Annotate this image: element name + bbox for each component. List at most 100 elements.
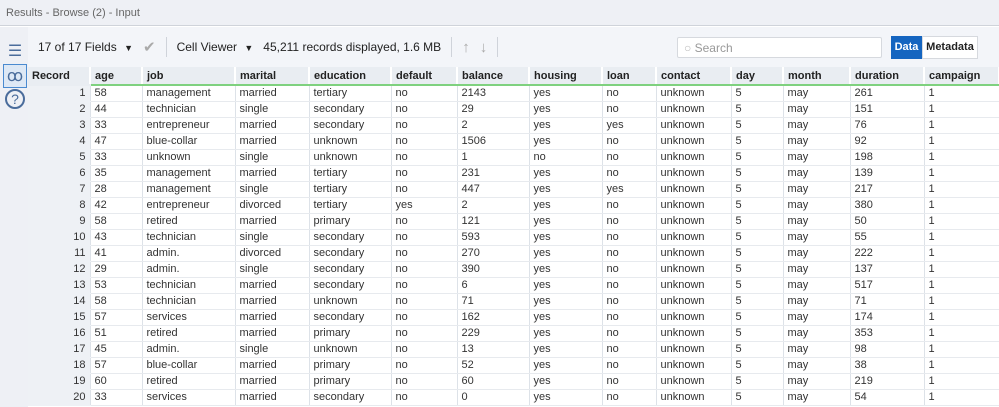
cell-housing[interactable]: yes (529, 133, 603, 150)
cell-loan[interactable]: no (602, 261, 657, 278)
cell-age[interactable]: 58 (90, 213, 143, 230)
cell-campaign[interactable]: 1 (924, 149, 999, 166)
cell-month[interactable]: may (783, 213, 851, 230)
table-row[interactable]: 18 57 blue-collar married primary no 52 yes no un… (28, 357, 999, 374)
cell-duration[interactable]: 353 (850, 325, 925, 342)
cell-loan[interactable]: no (602, 389, 657, 406)
cell-duration[interactable]: 261 (850, 85, 925, 102)
record-number[interactable]: 18 (28, 357, 91, 374)
cell-default[interactable]: no (391, 213, 458, 230)
cell-duration[interactable]: 174 (850, 309, 925, 326)
cell-contact[interactable]: unknown (656, 101, 732, 118)
cell-balance[interactable]: 52 (457, 357, 530, 374)
cell-balance[interactable]: 6 (457, 277, 530, 294)
cell-default[interactable]: yes (391, 197, 458, 214)
table-row[interactable]: 17 45 admin. single unknown no 13 yes no unknown 5… (28, 341, 999, 358)
record-number[interactable]: 2 (28, 101, 91, 118)
cell-age[interactable]: 41 (90, 245, 143, 262)
cell-duration[interactable]: 71 (850, 293, 925, 310)
table-row[interactable]: 16 51 retired married primary no 229 yes no unkno… (28, 325, 999, 342)
cell-day[interactable]: 5 (731, 149, 784, 166)
record-number[interactable]: 13 (28, 277, 91, 294)
cell-day[interactable]: 5 (731, 165, 784, 182)
cell-loan[interactable]: yes (602, 181, 657, 198)
cell-campaign[interactable]: 1 (924, 229, 999, 246)
cell-default[interactable]: no (391, 261, 458, 278)
cell-duration[interactable]: 54 (850, 389, 925, 406)
cell-day[interactable]: 5 (731, 277, 784, 294)
cell-housing[interactable]: yes (529, 165, 603, 182)
cell-month[interactable]: may (783, 117, 851, 134)
cell-default[interactable]: no (391, 389, 458, 406)
cell-duration[interactable]: 380 (850, 197, 925, 214)
cell-campaign[interactable]: 1 (924, 181, 999, 198)
cell-education[interactable]: primary (309, 325, 392, 342)
cell-job[interactable]: blue-collar (142, 357, 236, 374)
cell-loan[interactable]: no (602, 309, 657, 326)
cell-day[interactable]: 5 (731, 85, 784, 102)
cell-loan[interactable]: no (602, 165, 657, 182)
cell-day[interactable]: 5 (731, 197, 784, 214)
cell-loan[interactable]: no (602, 325, 657, 342)
cell-housing[interactable]: yes (529, 101, 603, 118)
cell-day[interactable]: 5 (731, 357, 784, 374)
cell-duration[interactable]: 151 (850, 101, 925, 118)
column-header-duration[interactable]: duration (850, 67, 925, 86)
cell-day[interactable]: 5 (731, 293, 784, 310)
cell-job[interactable]: entrepreneur (142, 117, 236, 134)
cell-month[interactable]: may (783, 325, 851, 342)
cell-day[interactable]: 5 (731, 341, 784, 358)
cell-marital[interactable]: divorced (235, 245, 310, 262)
cell-day[interactable]: 5 (731, 117, 784, 134)
cell-job[interactable]: technician (142, 277, 236, 294)
cell-contact[interactable]: unknown (656, 325, 732, 342)
cell-education[interactable]: secondary (309, 229, 392, 246)
cell-contact[interactable]: unknown (656, 149, 732, 166)
cell-age[interactable]: 60 (90, 373, 143, 390)
cell-day[interactable]: 5 (731, 181, 784, 198)
cell-balance[interactable]: 2143 (457, 85, 530, 102)
cell-housing[interactable]: yes (529, 389, 603, 406)
cell-balance[interactable]: 0 (457, 389, 530, 406)
cell-job[interactable]: technician (142, 101, 236, 118)
cell-age[interactable]: 57 (90, 357, 143, 374)
cell-contact[interactable]: unknown (656, 181, 732, 198)
cell-balance[interactable]: 593 (457, 229, 530, 246)
cell-education[interactable]: primary (309, 213, 392, 230)
cell-job[interactable]: blue-collar (142, 133, 236, 150)
cell-age[interactable]: 42 (90, 197, 143, 214)
cell-balance[interactable]: 390 (457, 261, 530, 278)
cell-duration[interactable]: 217 (850, 181, 925, 198)
cell-month[interactable]: may (783, 85, 851, 102)
column-header-balance[interactable]: balance (457, 67, 530, 86)
cell-housing[interactable]: yes (529, 117, 603, 134)
cell-marital[interactable]: single (235, 101, 310, 118)
cell-contact[interactable]: unknown (656, 85, 732, 102)
cell-duration[interactable]: 219 (850, 373, 925, 390)
cell-day[interactable]: 5 (731, 309, 784, 326)
arrow-up-icon[interactable]: ↑ (462, 39, 470, 56)
record-number[interactable]: 15 (28, 309, 91, 326)
cell-marital[interactable]: married (235, 165, 310, 182)
column-header-education[interactable]: education (309, 67, 392, 86)
cell-job[interactable]: services (142, 389, 236, 406)
record-number[interactable]: 8 (28, 197, 91, 214)
table-row[interactable]: 7 28 management single tertiary no 447 yes yes un… (28, 181, 999, 198)
record-number[interactable]: 17 (28, 341, 91, 358)
cell-housing[interactable]: yes (529, 341, 603, 358)
cell-campaign[interactable]: 1 (924, 357, 999, 374)
cell-month[interactable]: may (783, 341, 851, 358)
cell-age[interactable]: 43 (90, 229, 143, 246)
cell-job[interactable]: admin. (142, 261, 236, 278)
table-row[interactable]: 12 29 admin. single secondary no 390 yes no unkno… (28, 261, 999, 278)
record-number[interactable]: 4 (28, 133, 91, 150)
cell-housing[interactable]: no (529, 149, 603, 166)
cell-month[interactable]: may (783, 309, 851, 326)
cell-marital[interactable]: married (235, 389, 310, 406)
table-row[interactable]: 1 58 management married tertiary no 2143 yes no u… (28, 85, 999, 102)
record-number[interactable]: 12 (28, 261, 91, 278)
cell-job[interactable]: admin. (142, 245, 236, 262)
cell-campaign[interactable]: 1 (924, 133, 999, 150)
cell-day[interactable]: 5 (731, 245, 784, 262)
cell-education[interactable]: tertiary (309, 181, 392, 198)
